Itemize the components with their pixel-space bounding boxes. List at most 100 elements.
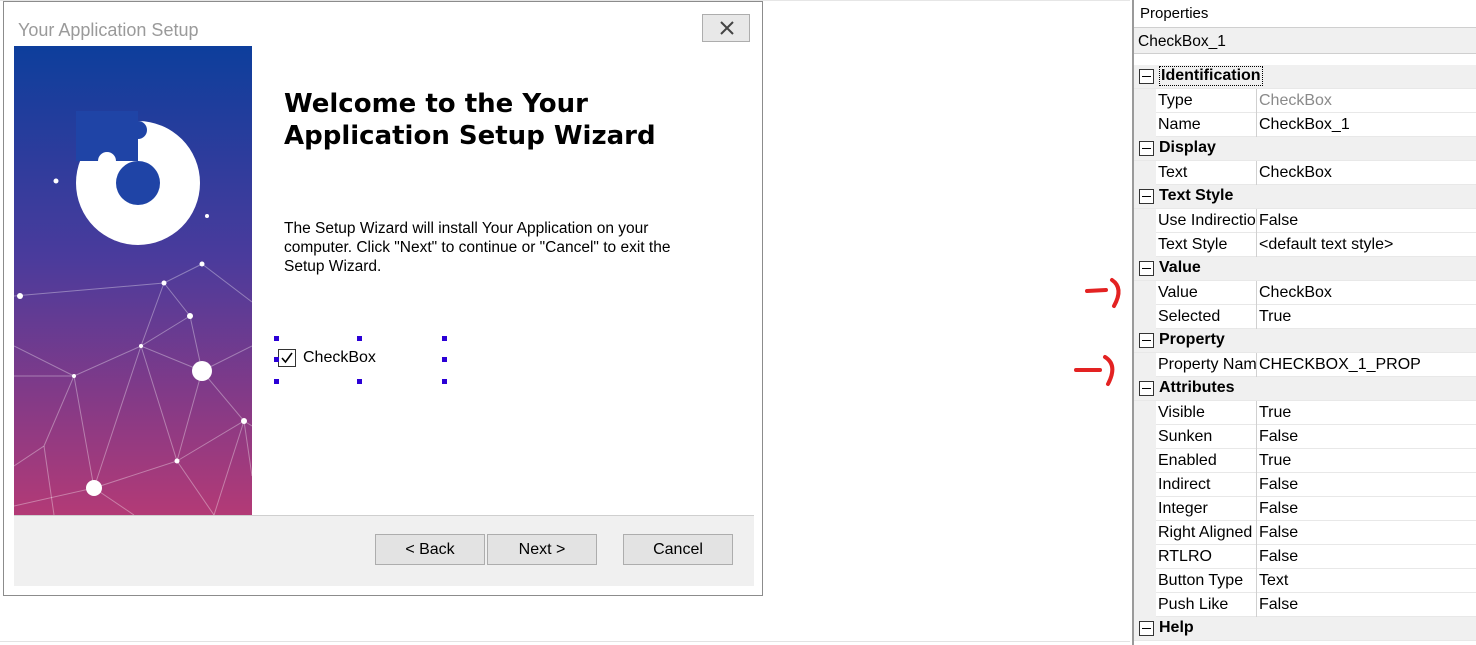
collapse-icon[interactable] bbox=[1139, 381, 1154, 396]
column-divider[interactable] bbox=[1256, 209, 1257, 233]
cancel-button[interactable]: Cancel bbox=[623, 534, 733, 565]
category-label: Value bbox=[1159, 259, 1201, 276]
property-name: Type bbox=[1158, 89, 1256, 112]
property-row[interactable]: RTLRO False bbox=[1134, 545, 1476, 569]
property-row[interactable]: Visible True bbox=[1134, 401, 1476, 425]
collapse-icon[interactable] bbox=[1139, 69, 1154, 84]
close-icon bbox=[720, 21, 734, 35]
category-identification[interactable]: Identification bbox=[1134, 65, 1476, 89]
row-gutter bbox=[1134, 593, 1156, 617]
row-gutter bbox=[1134, 497, 1156, 521]
selection-handle[interactable] bbox=[274, 379, 279, 384]
column-divider[interactable] bbox=[1256, 449, 1257, 473]
selection-handle[interactable] bbox=[274, 336, 279, 341]
property-value[interactable]: True bbox=[1259, 305, 1474, 328]
collapse-icon[interactable] bbox=[1139, 261, 1154, 276]
category-label: Identification bbox=[1159, 66, 1263, 86]
column-divider[interactable] bbox=[1256, 281, 1257, 305]
back-button[interactable]: < Back bbox=[375, 534, 485, 565]
property-value[interactable]: CHECKBOX_1_PROP bbox=[1259, 353, 1474, 376]
property-row[interactable]: Name CheckBox_1 bbox=[1134, 113, 1476, 137]
checkbox-control[interactable]: CheckBox bbox=[278, 349, 418, 373]
collapse-icon[interactable] bbox=[1139, 333, 1154, 348]
property-value[interactable]: CheckBox bbox=[1259, 281, 1474, 304]
row-gutter bbox=[1134, 569, 1156, 593]
category-property[interactable]: Property bbox=[1134, 329, 1476, 353]
row-gutter bbox=[1134, 305, 1156, 329]
property-row[interactable]: Text Style <default text style> bbox=[1134, 233, 1476, 257]
selection-handle[interactable] bbox=[442, 357, 447, 362]
welcome-description: The Setup Wizard will install Your Appli… bbox=[284, 220, 671, 275]
column-divider[interactable] bbox=[1256, 521, 1257, 545]
column-divider[interactable] bbox=[1256, 353, 1257, 377]
selection-handle[interactable] bbox=[442, 336, 447, 341]
category-attributes[interactable]: Attributes bbox=[1134, 377, 1476, 401]
property-value[interactable]: Text bbox=[1259, 569, 1474, 592]
category-text-style[interactable]: Text Style bbox=[1134, 185, 1476, 209]
column-divider[interactable] bbox=[1256, 161, 1257, 185]
selected-object-name[interactable]: CheckBox_1 bbox=[1134, 27, 1476, 54]
property-row[interactable]: Push Like False bbox=[1134, 593, 1476, 617]
column-divider[interactable] bbox=[1256, 305, 1257, 329]
property-row[interactable]: Indirect False bbox=[1134, 473, 1476, 497]
collapse-icon[interactable] bbox=[1139, 621, 1154, 636]
property-value[interactable]: False bbox=[1259, 521, 1474, 544]
row-gutter bbox=[1134, 113, 1156, 137]
property-value[interactable]: False bbox=[1259, 497, 1474, 520]
row-gutter bbox=[1134, 473, 1156, 497]
column-divider[interactable] bbox=[1256, 89, 1257, 113]
dialog-titlebar[interactable]: Your Application Setup bbox=[4, 2, 762, 46]
category-help[interactable]: Help bbox=[1134, 617, 1476, 641]
dialog-title: Your Application Setup bbox=[18, 20, 199, 40]
property-row[interactable]: Type CheckBox bbox=[1134, 89, 1476, 113]
column-divider[interactable] bbox=[1256, 473, 1257, 497]
checkbox[interactable] bbox=[278, 349, 296, 367]
property-name: Right Aligned bbox=[1158, 521, 1256, 544]
collapse-icon[interactable] bbox=[1139, 141, 1154, 156]
category-label: Attributes bbox=[1159, 379, 1235, 396]
property-row[interactable]: Right Aligned False bbox=[1134, 521, 1476, 545]
column-divider[interactable] bbox=[1256, 569, 1257, 593]
property-row[interactable]: Value CheckBox bbox=[1134, 281, 1476, 305]
selection-handle[interactable] bbox=[442, 379, 447, 384]
category-display[interactable]: Display bbox=[1134, 137, 1476, 161]
property-row[interactable]: Text CheckBox bbox=[1134, 161, 1476, 185]
column-divider[interactable] bbox=[1256, 233, 1257, 257]
property-row[interactable]: Button Type Text bbox=[1134, 569, 1476, 593]
column-divider[interactable] bbox=[1256, 425, 1257, 449]
property-value[interactable]: False bbox=[1259, 545, 1474, 568]
property-value[interactable]: <default text style> bbox=[1259, 233, 1474, 256]
property-value[interactable]: CheckBox bbox=[1259, 161, 1474, 184]
row-gutter bbox=[1134, 449, 1156, 473]
selection-handle[interactable] bbox=[357, 336, 362, 341]
property-value[interactable]: True bbox=[1259, 449, 1474, 472]
property-row[interactable]: Sunken False bbox=[1134, 425, 1476, 449]
property-row[interactable]: Use Indirection False bbox=[1134, 209, 1476, 233]
property-row[interactable]: Integer False bbox=[1134, 497, 1476, 521]
selection-handle[interactable] bbox=[357, 379, 362, 384]
property-row[interactable]: Selected True bbox=[1134, 305, 1476, 329]
collapse-icon[interactable] bbox=[1139, 189, 1154, 204]
column-divider[interactable] bbox=[1256, 113, 1257, 137]
column-divider[interactable] bbox=[1256, 593, 1257, 617]
property-name: Use Indirection bbox=[1158, 209, 1256, 232]
property-value[interactable]: False bbox=[1259, 425, 1474, 448]
properties-header: Properties bbox=[1134, 0, 1476, 27]
column-divider[interactable] bbox=[1256, 545, 1257, 569]
column-divider[interactable] bbox=[1256, 401, 1257, 425]
selection-handle[interactable] bbox=[274, 357, 279, 362]
close-button[interactable] bbox=[702, 14, 750, 42]
property-value[interactable]: CheckBox_1 bbox=[1259, 113, 1474, 136]
property-value[interactable]: False bbox=[1259, 473, 1474, 496]
next-button[interactable]: Next > bbox=[487, 534, 597, 565]
property-row[interactable]: Property Name CHECKBOX_1_PROP bbox=[1134, 353, 1476, 377]
property-name: Value bbox=[1158, 281, 1256, 304]
category-value[interactable]: Value bbox=[1134, 257, 1476, 281]
property-value[interactable]: False bbox=[1259, 593, 1474, 616]
property-value[interactable]: True bbox=[1259, 401, 1474, 424]
property-value[interactable]: False bbox=[1259, 209, 1474, 232]
column-divider[interactable] bbox=[1256, 497, 1257, 521]
property-name: Name bbox=[1158, 113, 1256, 136]
property-grid: Identification Type CheckBox Name CheckBox_1… bbox=[1134, 65, 1476, 641]
property-row[interactable]: Enabled True bbox=[1134, 449, 1476, 473]
